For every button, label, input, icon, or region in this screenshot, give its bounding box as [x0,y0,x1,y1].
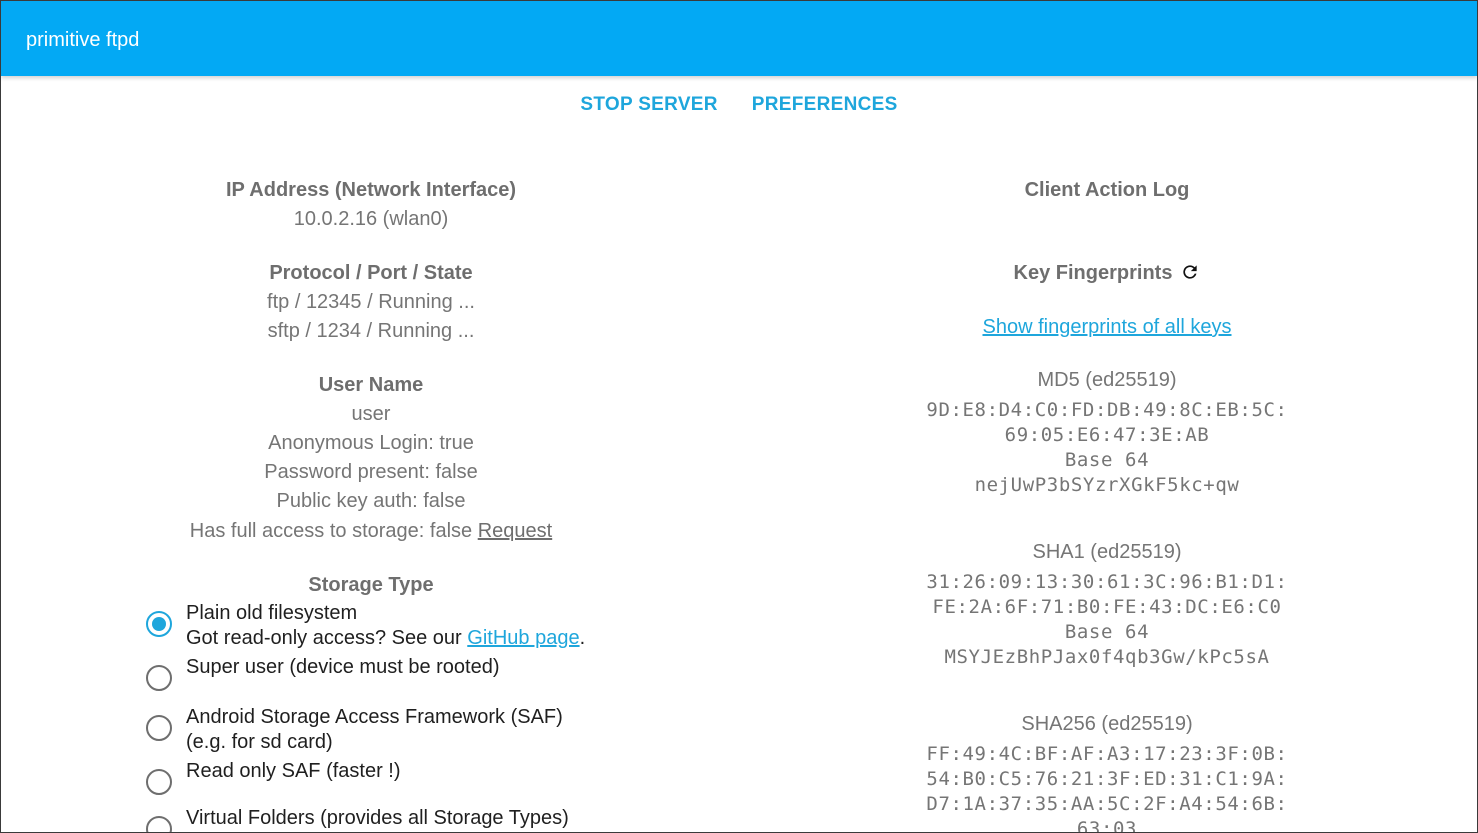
radio-button[interactable] [146,715,172,741]
fingerprint-hex: 9D:E8:D4:C0:FD:DB:49:8C:EB:5C: [926,399,1288,421]
radio-button-selected[interactable] [146,611,172,637]
fingerprint-base64: MSYJEzBhPJax0f4qb3Gw/kPc5sA [944,646,1270,668]
anonymous-login-status: Anonymous Login: true [268,432,474,454]
fingerprint-hex: FF:49:4C:BF:AF:A3:17:23:3F:0B: [926,743,1288,765]
storage-type-header: Storage Type [308,574,434,596]
fingerprint-base64: nejUwP3bSYzrXGkF5kc+qw [974,474,1240,496]
user-name-header: User Name [318,374,424,396]
fingerprint-hex: 31:26:09:13:30:61:3C:96:B1:D1: [926,571,1288,593]
user-name-value: user [351,403,391,425]
github-page-link[interactable]: GitHub page [467,627,579,649]
fingerprint-title: SHA256 (ed25519) [1021,713,1193,735]
fingerprint-title: MD5 (ed25519) [1037,369,1177,391]
storage-option-label: Plain old filesystem [186,602,358,624]
radio-button[interactable] [146,769,172,795]
protocol-header: Protocol / Port / State [269,262,473,284]
request-access-link[interactable]: Request [478,520,553,542]
fingerprint-hex: FE:2A:6F:71:B0:FE:43:DC:E6:C0 [932,596,1282,618]
radio-button[interactable] [146,816,172,832]
storage-option-label: Read only SAF (faster !) [186,760,401,782]
ip-address-value: 10.0.2.16 (wlan0) [293,208,449,230]
preferences-button[interactable]: PREFERENCES [752,94,898,116]
fingerprint-hex: 54:B0:C5:76:21:3F:ED:31:C1:9A: [926,768,1288,790]
action-bar: STOP SERVER PREFERENCES [1,94,1477,116]
storage-option-label: Virtual Folders (provides all Storage Ty… [186,807,569,829]
fingerprint-title: SHA1 (ed25519) [1032,541,1182,563]
public-key-auth-status: Public key auth: false [276,490,466,512]
refresh-icon[interactable] [1180,262,1200,288]
app-bar: primitive ftpd [1,1,1477,76]
app-title: primitive ftpd [26,29,140,51]
fingerprint-hex: 63:03 [1076,818,1138,833]
radio-button[interactable] [146,665,172,691]
client-action-log-header: Client Action Log [1024,179,1190,201]
fingerprint-base64-label: Base 64 [1064,449,1150,471]
password-present-status: Password present: false [264,461,478,483]
fingerprint-hex: D7:1A:37:35:AA:5C:2F:A4:54:6B: [926,793,1288,815]
storage-option-subtext: (e.g. for sd card) [186,731,333,753]
fingerprint-hex: 69:05:E6:47:3E:AB [1004,424,1210,446]
stop-server-button[interactable]: STOP SERVER [580,94,717,116]
app-window: primitive ftpd STOP SERVER PREFERENCES IP… [0,0,1478,833]
fingerprint-base64-label: Base 64 [1064,621,1150,643]
storage-option-subtext: Got read-only access? See our GitHub pag… [186,627,586,649]
storage-option-label: Android Storage Access Framework (SAF) [186,706,563,728]
storage-option-label: Super user (device must be rooted) [186,656,500,678]
ip-address-header: IP Address (Network Interface) [225,179,517,201]
key-fingerprints-header: Key Fingerprints [901,261,1313,288]
protocol-line-ftp: ftp / 12345 / Running ... [267,291,475,313]
storage-access-status: Has full access to storage: false Reques… [171,519,571,543]
show-all-fingerprints-link[interactable]: Show fingerprints of all keys [982,316,1231,338]
protocol-line-sftp: sftp / 1234 / Running ... [267,320,475,342]
storage-access-text: Has full access to storage: false [189,520,473,542]
